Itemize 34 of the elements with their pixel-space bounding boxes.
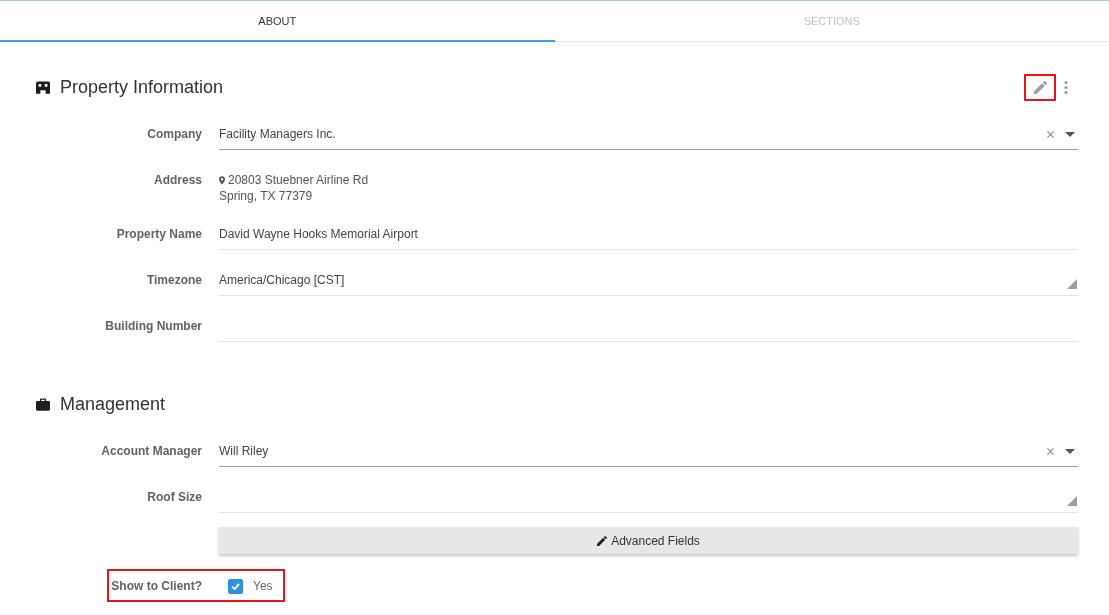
building-icon — [36, 81, 50, 94]
more-icon — [1064, 81, 1068, 94]
field-label: Timezone — [145, 272, 202, 289]
select-field[interactable]: Facility Managers Inc. — [219, 118, 1078, 150]
field-label: Roof Size — [146, 489, 202, 506]
text-field[interactable]: David Wayne Hooks Memorial Airport — [219, 218, 1078, 250]
edit-button[interactable] — [1024, 74, 1056, 101]
check-icon — [231, 582, 240, 590]
field-label: Show to Client? — [110, 578, 202, 594]
caret-icon[interactable] — [1065, 448, 1075, 454]
clear-icon[interactable] — [1047, 130, 1054, 138]
field-label: Account Manager — [100, 443, 202, 460]
section-title: Property Information — [60, 77, 224, 98]
field-label: Address — [152, 172, 202, 189]
briefcase-icon — [36, 398, 50, 411]
select-field[interactable]: Will Riley — [219, 435, 1078, 467]
map-pin-icon — [219, 175, 225, 185]
address-line: 20803 Stuebner Airline Rd — [228, 172, 369, 188]
pencil-icon — [597, 535, 608, 546]
clear-icon[interactable] — [1047, 447, 1054, 455]
section-title: Management — [60, 394, 166, 415]
tab[interactable]: ABOUT — [0, 1, 555, 42]
caret-icon[interactable] — [1065, 131, 1075, 137]
text-area[interactable]: America/Chicago [CST] — [219, 264, 1078, 296]
checkbox[interactable] — [228, 578, 243, 594]
address-line: Spring, TX 77379 — [219, 188, 313, 204]
field-label: Company — [146, 126, 202, 143]
resize-handle-icon[interactable] — [1067, 279, 1077, 289]
pencil-icon — [1033, 81, 1047, 94]
resize-handle-icon[interactable] — [1067, 496, 1077, 506]
checkbox-label: Yes — [253, 578, 273, 594]
field-label: Property Name — [115, 226, 202, 243]
advanced-fields-button[interactable]: Advanced Fields — [219, 527, 1078, 554]
field-label: Building Number — [104, 318, 202, 335]
